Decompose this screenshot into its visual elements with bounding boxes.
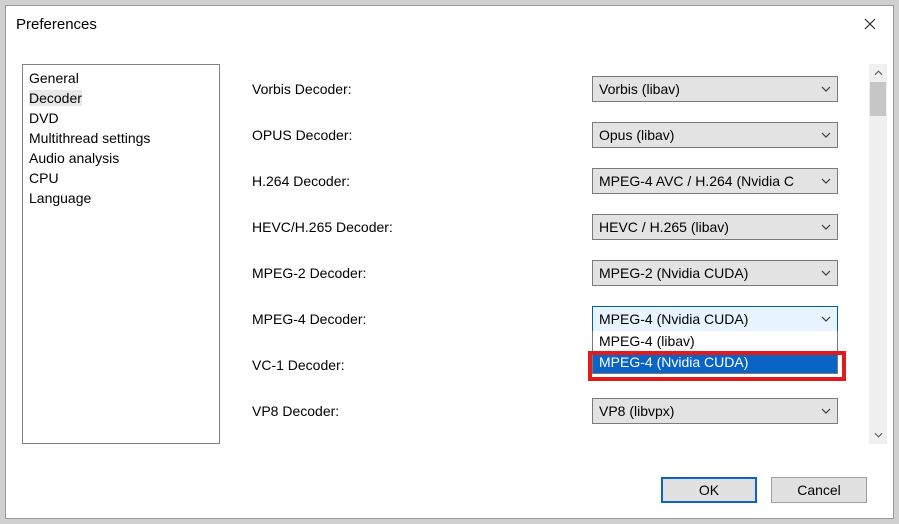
combo-vp8[interactable]: VP8 (libvpx) xyxy=(592,398,838,424)
ok-button[interactable]: OK xyxy=(661,477,757,503)
body: General Decoder DVD Multithread settings… xyxy=(6,42,893,462)
footer: OK Cancel xyxy=(6,462,893,518)
titlebar: Preferences xyxy=(6,6,893,42)
label-vp8: VP8 Decoder: xyxy=(252,403,592,419)
scroll-thumb[interactable] xyxy=(870,82,886,116)
combo-value: VP8 (libvpx) xyxy=(599,403,674,419)
combo-vorbis[interactable]: Vorbis (libav) xyxy=(592,76,838,102)
combo-opus[interactable]: Opus (libav) xyxy=(592,122,838,148)
close-icon xyxy=(864,18,876,30)
sidebar-item-language[interactable]: Language xyxy=(27,188,215,208)
combo-mpeg2[interactable]: MPEG-2 (Nvidia CUDA) xyxy=(592,260,838,286)
label-hevc: HEVC/H.265 Decoder: xyxy=(252,219,592,235)
dropdown-option-nvidia-cuda[interactable]: MPEG-4 (Nvidia CUDA) xyxy=(593,352,837,373)
row-hevc: HEVC/H.265 Decoder: HEVC / H.265 (libav) xyxy=(252,204,859,250)
row-mpeg4: MPEG-4 Decoder: MPEG-4 (Nvidia CUDA) MPE… xyxy=(252,296,859,342)
dropdown-mpeg4: MPEG-4 (libav) MPEG-4 (Nvidia CUDA) xyxy=(592,331,838,374)
combo-value: MPEG-4 (Nvidia CUDA) xyxy=(599,311,748,327)
sidebar-item-audio-analysis[interactable]: Audio analysis xyxy=(27,148,215,168)
combo-value: MPEG-2 (Nvidia CUDA) xyxy=(599,265,748,281)
sidebar-item-cpu[interactable]: CPU xyxy=(27,168,215,188)
combo-value: Vorbis (libav) xyxy=(599,81,680,97)
combo-hevc[interactable]: HEVC / H.265 (libav) xyxy=(592,214,838,240)
sidebar-item-general[interactable]: General xyxy=(27,68,215,88)
chevron-down-icon xyxy=(821,408,831,414)
row-vorbis: Vorbis Decoder: Vorbis (libav) xyxy=(252,66,859,112)
row-opus: OPUS Decoder: Opus (libav) xyxy=(252,112,859,158)
chevron-down-icon xyxy=(821,270,831,276)
chevron-down-icon xyxy=(821,224,831,230)
label-opus: OPUS Decoder: xyxy=(252,127,592,143)
scrollbar[interactable] xyxy=(869,64,887,444)
combo-mpeg4-stack: MPEG-4 (Nvidia CUDA) MPEG-4 (libav) MPEG… xyxy=(592,306,838,332)
sidebar-item-multithread[interactable]: Multithread settings xyxy=(27,128,215,148)
chevron-down-icon xyxy=(821,132,831,138)
row-vp8: VP8 Decoder: VP8 (libvpx) xyxy=(252,388,859,434)
chevron-down-icon xyxy=(821,178,831,184)
center-wrap: Vorbis Decoder: Vorbis (libav) OPUS Deco… xyxy=(220,42,887,462)
chevron-down-icon xyxy=(874,432,883,438)
sidebar-item-dvd[interactable]: DVD xyxy=(27,108,215,128)
label-mpeg4: MPEG-4 Decoder: xyxy=(252,311,592,327)
scroll-down-button[interactable] xyxy=(869,426,887,444)
label-h264: H.264 Decoder: xyxy=(252,173,592,189)
settings-panel: Vorbis Decoder: Vorbis (libav) OPUS Deco… xyxy=(220,42,869,462)
window-title: Preferences xyxy=(16,16,97,33)
label-vorbis: Vorbis Decoder: xyxy=(252,81,592,97)
label-mpeg2: MPEG-2 Decoder: xyxy=(252,265,592,281)
sidebar-item-decoder[interactable]: Decoder xyxy=(27,88,215,108)
row-h264: H.264 Decoder: MPEG-4 AVC / H.264 (Nvidi… xyxy=(252,158,859,204)
cancel-button[interactable]: Cancel xyxy=(771,477,867,503)
combo-value: Opus (libav) xyxy=(599,127,674,143)
scroll-up-button[interactable] xyxy=(869,64,887,82)
combo-value: HEVC / H.265 (libav) xyxy=(599,219,729,235)
combo-value: MPEG-4 AVC / H.264 (Nvidia C xyxy=(599,173,794,189)
combo-h264[interactable]: MPEG-4 AVC / H.264 (Nvidia C xyxy=(592,168,838,194)
chevron-up-icon xyxy=(874,70,883,76)
chevron-down-icon xyxy=(821,316,831,322)
combo-mpeg4[interactable]: MPEG-4 (Nvidia CUDA) xyxy=(592,306,838,332)
sidebar: General Decoder DVD Multithread settings… xyxy=(22,64,220,444)
chevron-down-icon xyxy=(821,86,831,92)
dropdown-option-libav[interactable]: MPEG-4 (libav) xyxy=(593,331,837,352)
label-vc1: VC-1 Decoder: xyxy=(252,357,592,373)
preferences-window: Preferences General Decoder DVD Multithr… xyxy=(5,5,894,519)
close-button[interactable] xyxy=(847,8,893,40)
row-mpeg2: MPEG-2 Decoder: MPEG-2 (Nvidia CUDA) xyxy=(252,250,859,296)
